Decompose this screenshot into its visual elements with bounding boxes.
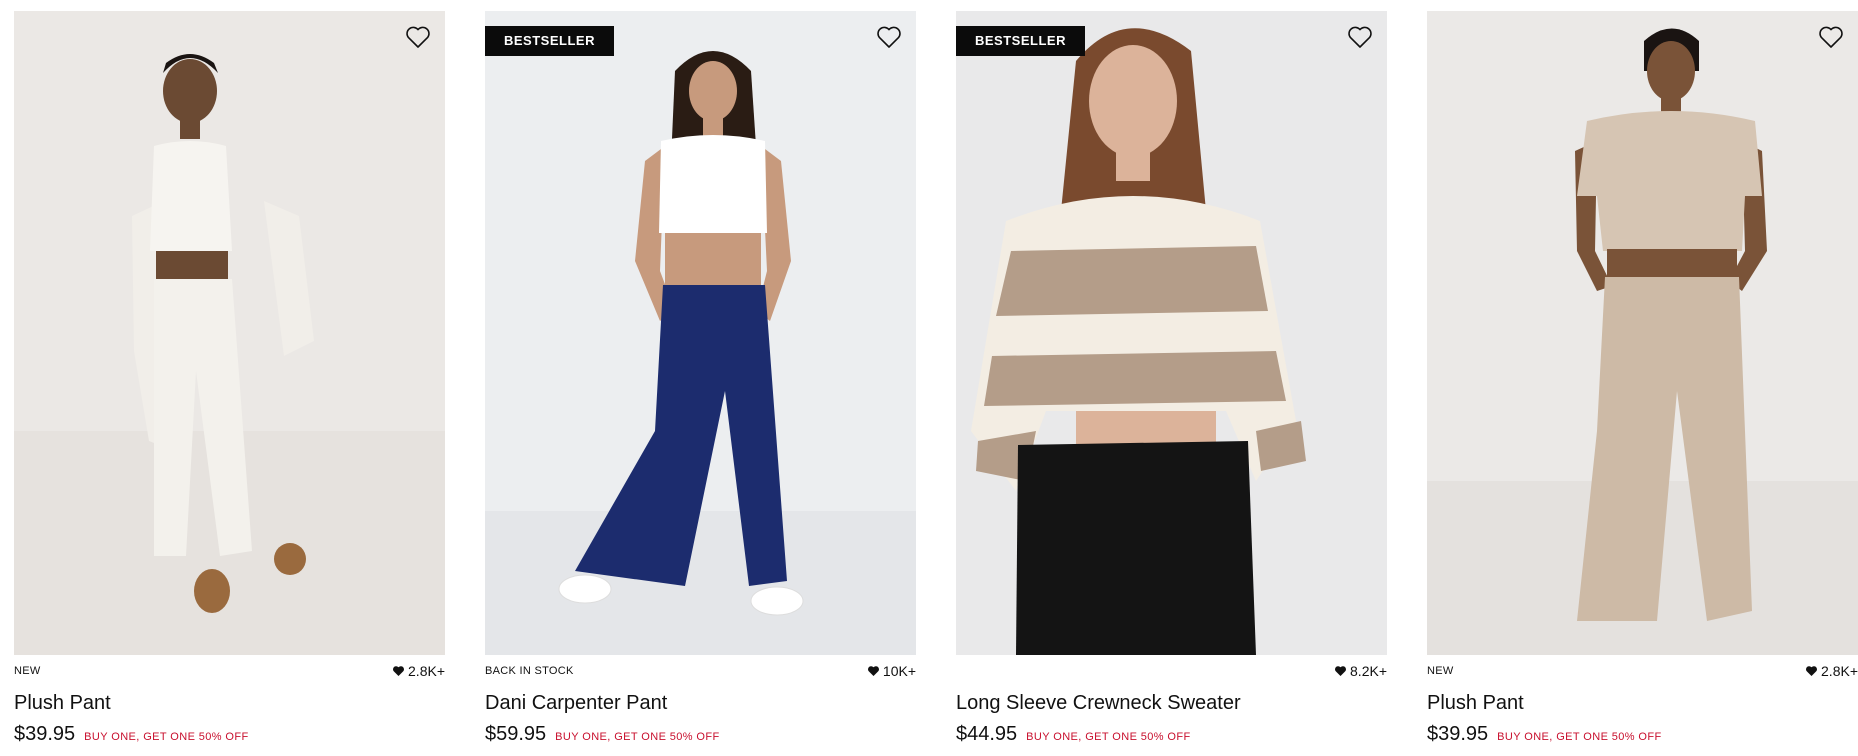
product-photo: [956, 11, 1387, 655]
likes-label: 2.8K+: [1821, 663, 1858, 679]
promo-text: BUY ONE, GET ONE 50% OFF: [555, 731, 720, 743]
product-image[interactable]: [1427, 11, 1858, 655]
heart-filled-icon: [1335, 666, 1346, 676]
product-tag: NEW: [1427, 665, 1454, 677]
likes-label: 10K+: [882, 663, 916, 679]
product-photo: [485, 11, 916, 655]
product-name[interactable]: Dani Carpenter Pant: [485, 690, 916, 716]
product-tag: NEW: [14, 665, 41, 677]
bestseller-badge: BESTSELLER: [485, 26, 614, 56]
product-price: $39.95: [14, 723, 76, 745]
wishlist-heart-icon[interactable]: [405, 25, 431, 49]
product-price: $44.95: [956, 723, 1018, 745]
promo-text: BUY ONE, GET ONE 50% OFF: [1026, 731, 1191, 743]
product-price: $39.95: [1427, 723, 1489, 745]
product-name[interactable]: Plush Pant: [1427, 690, 1858, 716]
heart-filled-icon: [867, 666, 879, 676]
promo-text: BUY ONE, GET ONE 50% OFF: [84, 731, 249, 743]
product-photo: [1427, 11, 1858, 655]
product-card[interactable]: NEW 2.8K+ Plush Pant $39.95 BUY ONE, GET…: [14, 11, 445, 756]
wishlist-heart-icon[interactable]: [1818, 25, 1844, 49]
product-name[interactable]: Plush Pant: [14, 690, 445, 716]
product-card[interactable]: BESTSELLER 8.2K+ Long Sleeve Crewneck Sw…: [956, 11, 1387, 756]
product-card[interactable]: NEW 2.8K+ Plush Pant $39.95 BUY ONE, GET…: [1427, 11, 1858, 756]
heart-filled-icon: [393, 666, 404, 676]
wishlist-heart-icon[interactable]: [1347, 25, 1373, 49]
product-tag: BACK IN STOCK: [485, 665, 574, 677]
price-row: $39.95 BUY ONE, GET ONE 50% OFF: [1427, 723, 1858, 746]
product-image[interactable]: BESTSELLER: [956, 11, 1387, 655]
product-photo: [14, 11, 445, 655]
product-grid: NEW 2.8K+ Plush Pant $39.95 BUY ONE, GET…: [14, 11, 1858, 756]
likes-count: 2.8K+: [392, 663, 445, 679]
promo-text: BUY ONE, GET ONE 50% OFF: [1497, 731, 1662, 743]
likes-label: 8.2K+: [1350, 663, 1387, 679]
price-row: $39.95 BUY ONE, GET ONE 50% OFF: [14, 723, 445, 746]
product-meta: BACK IN STOCK 10K+: [485, 660, 916, 684]
likes-label: 2.8K+: [408, 663, 445, 679]
bestseller-badge: BESTSELLER: [956, 26, 1085, 56]
likes-count: 8.2K+: [1334, 663, 1387, 679]
product-meta: NEW 2.8K+: [14, 660, 445, 684]
wishlist-heart-icon[interactable]: [876, 25, 902, 49]
product-price: $59.95: [485, 723, 547, 745]
heart-filled-icon: [1806, 666, 1817, 676]
product-card[interactable]: BESTSELLER BACK IN STOCK 10K+ Dani Carpe…: [485, 11, 916, 756]
product-image[interactable]: [14, 11, 445, 655]
product-meta: NEW 2.8K+: [1427, 660, 1858, 684]
likes-count: 2.8K+: [1805, 663, 1858, 679]
product-name[interactable]: Long Sleeve Crewneck Sweater: [956, 690, 1387, 716]
price-row: $59.95 BUY ONE, GET ONE 50% OFF: [485, 723, 916, 746]
product-meta: 8.2K+: [956, 660, 1387, 684]
price-row: $44.95 BUY ONE, GET ONE 50% OFF: [956, 723, 1387, 746]
likes-count: 10K+: [867, 663, 916, 679]
product-image[interactable]: BESTSELLER: [485, 11, 916, 655]
